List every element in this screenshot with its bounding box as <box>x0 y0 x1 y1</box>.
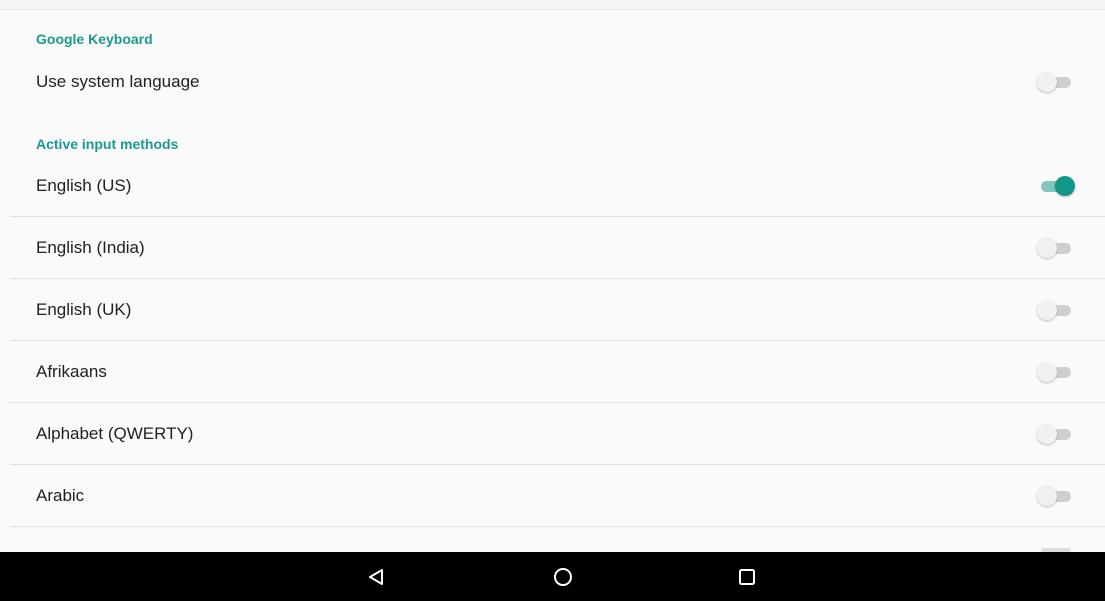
toggle-thumb <box>1037 300 1057 320</box>
input-method-label: Alphabet (QWERTY) <box>36 424 194 443</box>
input-method-label: English (India) <box>36 238 145 257</box>
home-button[interactable] <box>533 552 593 601</box>
toggle-thumb <box>1037 238 1057 258</box>
input-method-label: Afrikaans <box>36 362 107 381</box>
input-method-row[interactable]: Arabic <box>0 465 1105 527</box>
toggle-thumb <box>1037 424 1057 444</box>
toggle-thumb <box>1055 176 1075 196</box>
input-method-toggle[interactable] <box>1035 484 1075 508</box>
input-method-toggle[interactable] <box>1035 174 1075 198</box>
input-method-row[interactable]: English (India) <box>0 217 1105 279</box>
input-method-toggle[interactable] <box>1035 236 1075 260</box>
toggle-thumb <box>1037 362 1057 382</box>
setting-label: Use system language <box>36 72 200 91</box>
input-method-toggle[interactable] <box>1035 422 1075 446</box>
input-method-label: English (US) <box>36 176 132 195</box>
back-triangle-icon <box>369 568 383 585</box>
input-method-label: English (UK) <box>36 300 132 319</box>
input-method-row[interactable]: Afrikaans <box>0 341 1105 403</box>
input-method-toggle[interactable] <box>1035 360 1075 384</box>
settings-screen: Google Keyboard Use system language Acti… <box>0 0 1105 601</box>
recents-square-icon <box>739 568 755 585</box>
input-method-row[interactable]: English (US) <box>0 155 1105 217</box>
input-method-row[interactable]: English (UK) <box>0 279 1105 341</box>
toggle-thumb <box>1037 486 1057 506</box>
input-method-row[interactable]: Alphabet (QWERTY) <box>0 403 1105 465</box>
toggle-thumb <box>1037 72 1057 92</box>
section-header-active-input-methods: Active input methods <box>36 136 179 152</box>
setting-row-use-system-language[interactable]: Use system language <box>0 51 1105 113</box>
use-system-language-toggle[interactable] <box>1035 70 1075 94</box>
toolbar-shadow <box>0 0 1105 10</box>
section-header-google-keyboard: Google Keyboard <box>36 31 153 47</box>
input-method-label: Arabic <box>36 486 85 505</box>
recents-button[interactable] <box>717 552 777 601</box>
back-button[interactable] <box>346 552 406 601</box>
home-circle-icon <box>554 567 572 586</box>
input-method-toggle[interactable] <box>1035 298 1075 322</box>
navigation-bar <box>0 552 1105 601</box>
